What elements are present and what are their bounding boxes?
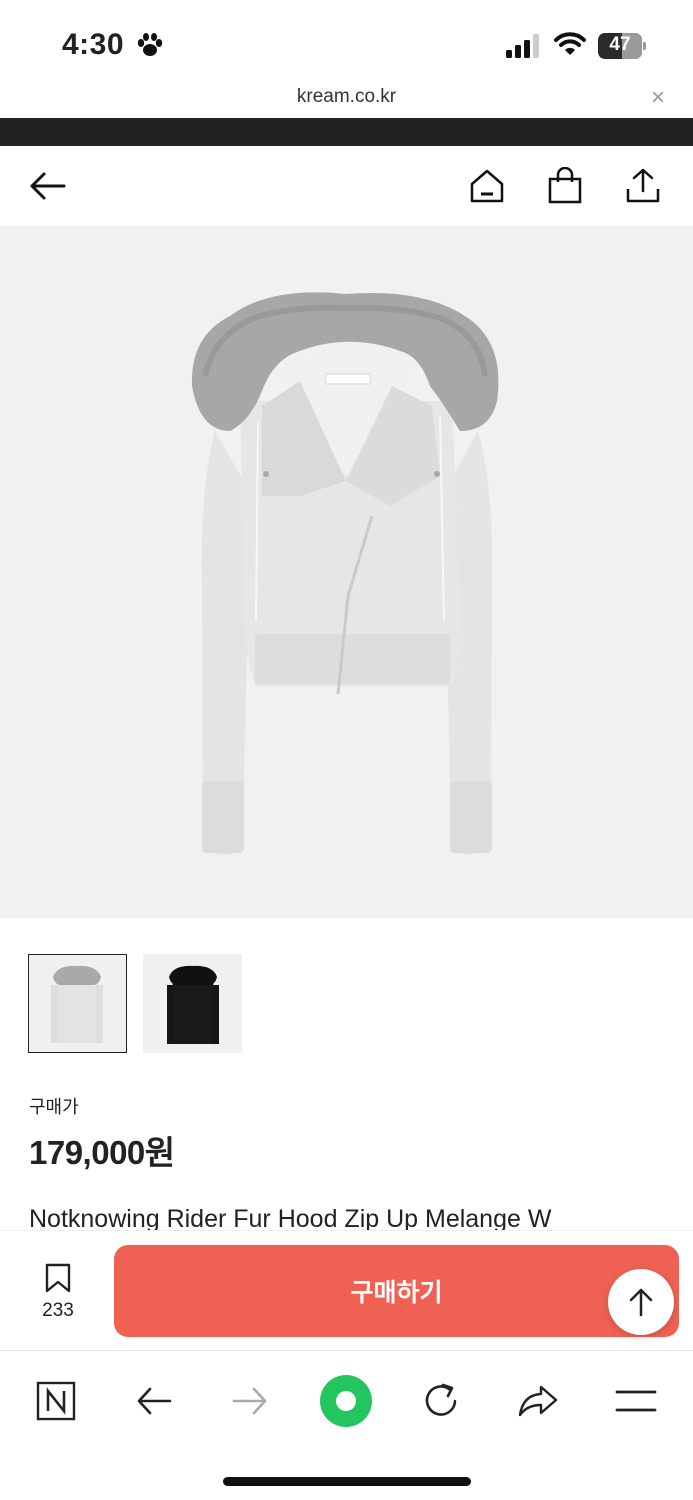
thumbnail-black[interactable]: [143, 954, 242, 1053]
battery-level: 47: [609, 34, 631, 55]
price-label: 구매가: [29, 1097, 79, 1117]
product-title: Notknowing Rider Fur Hood Zip Up Melange…: [29, 1205, 552, 1231]
home-indicator: [223, 1477, 471, 1486]
clock: 4:30: [62, 28, 125, 61]
share-forward-icon[interactable]: [510, 1373, 566, 1429]
buy-bar: 233 구매하기: [0, 1230, 693, 1350]
home-icon[interactable]: [467, 166, 507, 206]
close-icon[interactable]: ×: [651, 84, 665, 112]
naver-green-home-icon[interactable]: [318, 1373, 374, 1429]
url-text[interactable]: kream.co.kr: [0, 86, 693, 108]
refresh-icon[interactable]: [413, 1373, 469, 1429]
paw-icon: [137, 33, 163, 56]
browser-forward-icon[interactable]: [222, 1373, 278, 1429]
browser-url-bar[interactable]: kream.co.kr ×: [0, 80, 693, 118]
bookmark-button[interactable]: 233: [30, 1263, 86, 1322]
status-bar: 4:30 47: [0, 0, 693, 80]
price-value: 179,000원: [29, 1134, 175, 1171]
browser-back-icon[interactable]: [126, 1373, 182, 1429]
signal-icon: [506, 34, 539, 58]
arrow-up-icon: [629, 1288, 653, 1317]
naver-n-icon[interactable]: [28, 1373, 84, 1429]
scroll-top-button[interactable]: [608, 1269, 674, 1335]
browser-toolbar: [0, 1350, 693, 1500]
bookmark-icon: [45, 1263, 71, 1293]
shopping-bag-icon[interactable]: [545, 166, 585, 206]
thumbnail-light-gray[interactable]: [28, 954, 127, 1053]
menu-icon[interactable]: [608, 1373, 664, 1429]
share-icon[interactable]: [623, 166, 663, 206]
bookmark-count: 233: [42, 1300, 74, 1321]
page-top-strip: [0, 118, 693, 146]
buy-button[interactable]: 구매하기: [114, 1245, 679, 1337]
product-image[interactable]: [0, 226, 693, 918]
battery-icon: 47: [598, 33, 646, 59]
back-arrow-icon[interactable]: [27, 166, 67, 206]
wifi-icon: [554, 32, 586, 55]
page-header: [0, 146, 693, 226]
